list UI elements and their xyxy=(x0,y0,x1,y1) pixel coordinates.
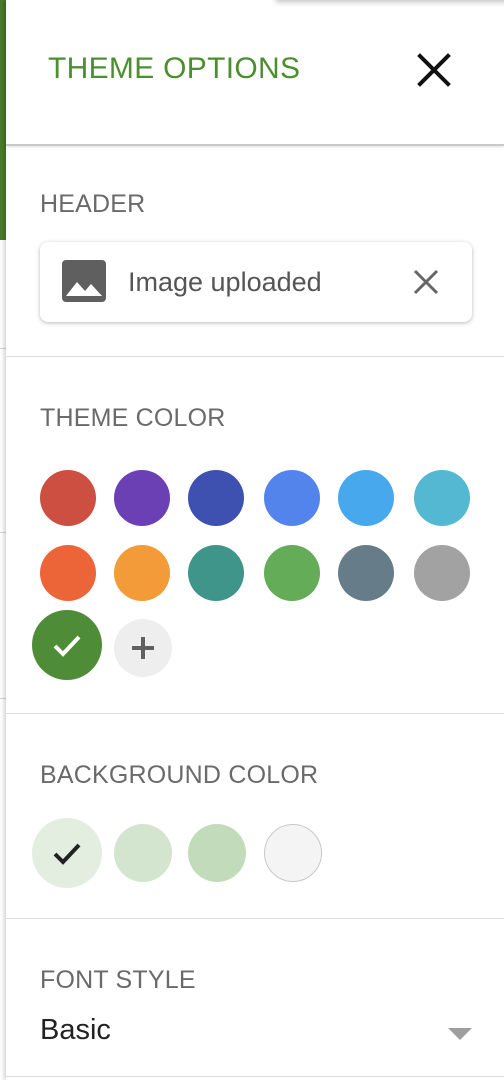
background-color-swatch[interactable] xyxy=(114,824,172,882)
font-style-section: FONT STYLE xyxy=(6,918,504,1077)
check-icon xyxy=(53,635,81,657)
background-color-swatch-selected[interactable] xyxy=(32,818,102,888)
background-color-section: BACKGROUND COLOR xyxy=(6,713,504,919)
theme-color-swatch-selected[interactable] xyxy=(32,610,102,680)
theme-color-swatch[interactable] xyxy=(188,545,244,601)
theme-options-screen: THEME OPTIONS HEADER Image uploaded THEM… xyxy=(0,0,504,1080)
theme-color-swatch[interactable] xyxy=(114,545,170,601)
header-image-status: Image uploaded xyxy=(128,267,322,297)
add-custom-color-button[interactable] xyxy=(114,619,172,677)
theme-color-swatch[interactable] xyxy=(414,470,470,526)
theme-color-swatch[interactable] xyxy=(114,470,170,526)
image-icon xyxy=(62,260,106,302)
theme-options-panel: THEME OPTIONS HEADER Image uploaded THEM… xyxy=(6,0,504,1080)
check-icon xyxy=(53,843,81,865)
close-icon xyxy=(413,269,439,295)
background-color-swatch[interactable] xyxy=(188,824,246,882)
background-color-swatch[interactable] xyxy=(264,824,322,882)
section-label-theme-color: THEME COLOR xyxy=(40,404,226,432)
section-label-font-style: FONT STYLE xyxy=(40,966,196,994)
theme-color-swatch[interactable] xyxy=(264,545,320,601)
theme-color-swatch[interactable] xyxy=(40,545,96,601)
close-button[interactable] xyxy=(410,46,458,94)
font-style-dropdown[interactable] xyxy=(446,1026,474,1042)
plus-icon xyxy=(132,637,154,659)
theme-color-swatch[interactable] xyxy=(338,545,394,601)
panel-header: THEME OPTIONS xyxy=(6,0,504,146)
theme-color-swatch[interactable] xyxy=(338,470,394,526)
header-image-card[interactable]: Image uploaded xyxy=(40,242,472,322)
close-icon xyxy=(417,53,451,87)
theme-color-swatch[interactable] xyxy=(188,470,244,526)
theme-color-swatch[interactable] xyxy=(40,470,96,526)
remove-image-button[interactable] xyxy=(410,266,442,298)
theme-color-swatch[interactable] xyxy=(264,470,320,526)
theme-color-swatch[interactable] xyxy=(414,545,470,601)
dropdown-arrow-icon xyxy=(448,1028,472,1040)
font-style-select-value[interactable]: Basic xyxy=(40,1014,111,1047)
section-label-header: HEADER xyxy=(40,190,146,218)
section-label-background-color: BACKGROUND COLOR xyxy=(40,761,319,789)
panel-title: THEME OPTIONS xyxy=(48,52,301,85)
